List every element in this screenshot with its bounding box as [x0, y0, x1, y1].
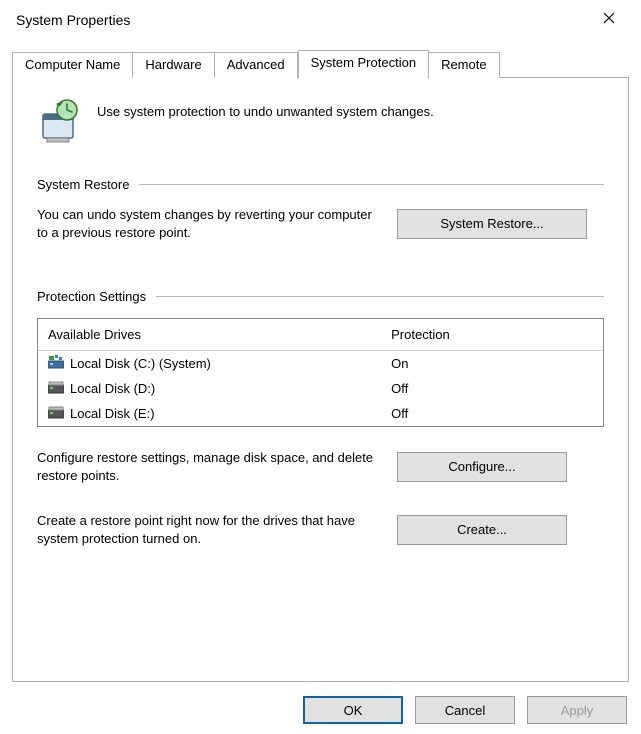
system-restore-desc: You can undo system changes by reverting… [37, 206, 377, 241]
system-restore-button[interactable]: System Restore... [397, 209, 587, 239]
tab-advanced[interactable]: Advanced [215, 52, 298, 78]
divider [156, 296, 604, 297]
ok-button[interactable]: OK [303, 696, 403, 724]
close-icon [603, 11, 615, 29]
group-system-restore-header: System Restore [37, 177, 129, 192]
cancel-button[interactable]: Cancel [415, 696, 515, 724]
drive-icon [48, 405, 64, 422]
configure-desc: Configure restore settings, manage disk … [37, 449, 377, 484]
drive-cell: Local Disk (D:) [48, 380, 391, 397]
drive-row[interactable]: Local Disk (C:) (System) On [38, 351, 603, 376]
tabstrip: Computer Name Hardware Advanced System P… [12, 50, 629, 78]
close-button[interactable] [587, 5, 631, 35]
tab-remote[interactable]: Remote [429, 52, 500, 78]
system-properties-window: System Properties Computer Name Hardware… [0, 0, 641, 734]
tab-hardware[interactable]: Hardware [133, 52, 214, 78]
drive-protection: On [391, 356, 593, 371]
tab-computer-name[interactable]: Computer Name [12, 52, 133, 78]
drive-cell: Local Disk (E:) [48, 405, 391, 422]
drive-cell: Local Disk (C:) (System) [48, 355, 391, 372]
create-button[interactable]: Create... [397, 515, 567, 545]
tab-system-protection[interactable]: System Protection [298, 50, 430, 79]
window-title: System Properties [16, 12, 587, 28]
drive-protection: Off [391, 381, 593, 396]
drive-protection: Off [391, 406, 593, 421]
drive-row[interactable]: Local Disk (D:) Off [38, 376, 603, 401]
apply-button[interactable]: Apply [527, 696, 627, 724]
col-header-protection: Protection [391, 327, 593, 342]
drive-name: Local Disk (D:) [70, 381, 155, 396]
drive-name: Local Disk (E:) [70, 406, 155, 421]
drive-system-icon [48, 355, 64, 372]
restore-icon [37, 98, 85, 149]
drive-name: Local Disk (C:) (System) [70, 356, 211, 371]
group-protection-settings-header: Protection Settings [37, 289, 146, 304]
intro-text: Use system protection to undo unwanted s… [97, 98, 434, 119]
drive-icon [48, 380, 64, 397]
tab-panel-system-protection: Use system protection to undo unwanted s… [12, 78, 629, 682]
divider [139, 184, 604, 185]
col-header-drives: Available Drives [48, 327, 391, 342]
dialog-buttons: OK Cancel Apply [303, 696, 627, 724]
titlebar: System Properties [0, 0, 641, 40]
drive-row[interactable]: Local Disk (E:) Off [38, 401, 603, 426]
drives-header-row: Available Drives Protection [38, 319, 603, 351]
drives-list[interactable]: Available Drives Protection Local Disk (… [37, 318, 604, 427]
create-desc: Create a restore point right now for the… [37, 512, 377, 547]
configure-button[interactable]: Configure... [397, 452, 567, 482]
